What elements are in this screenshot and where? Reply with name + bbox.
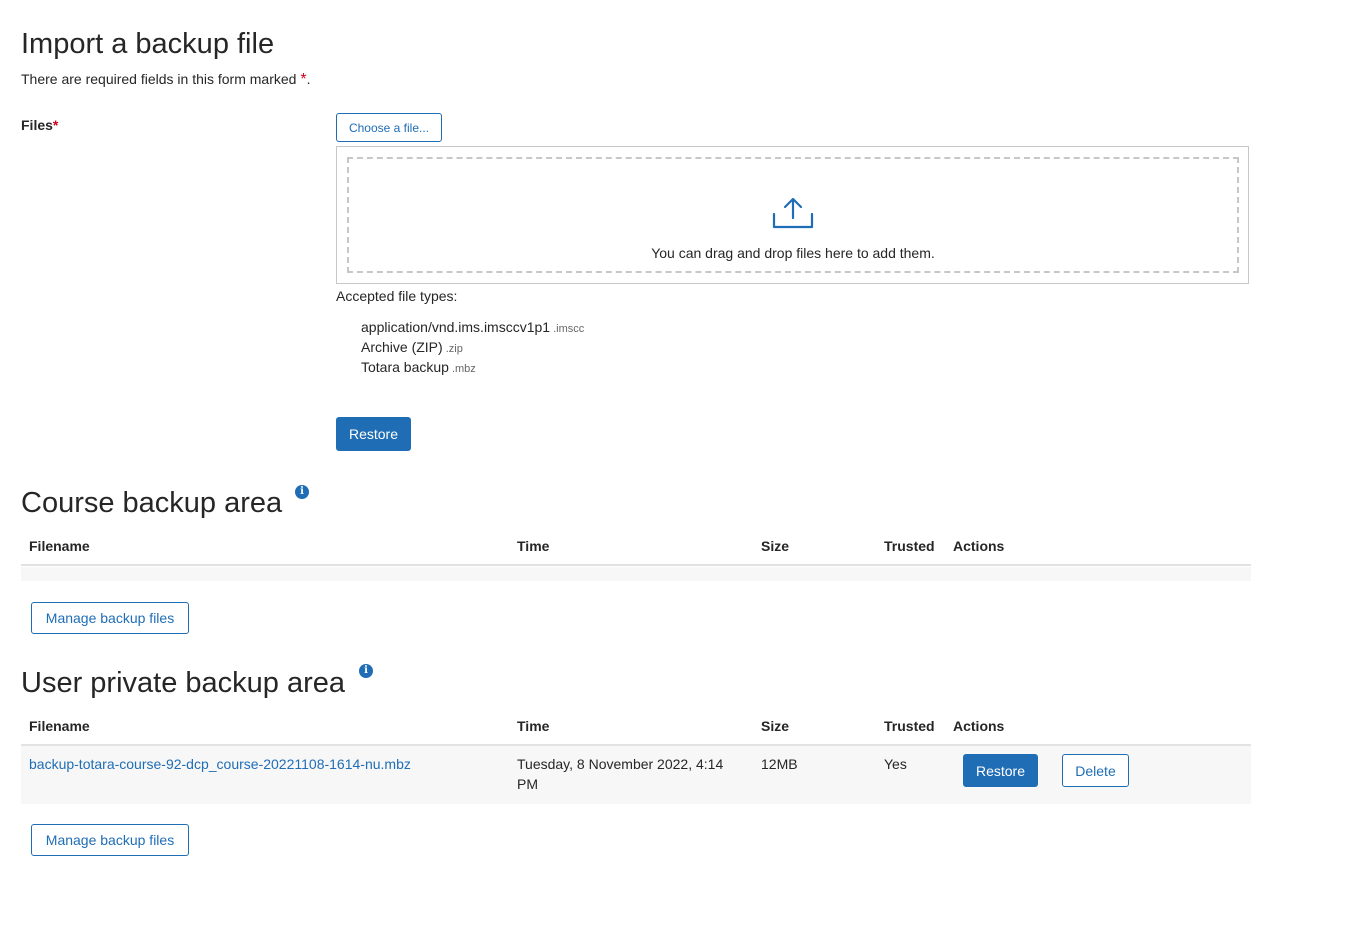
backup-size: 12MB <box>761 756 798 772</box>
file-type-name: application/vnd.ims.imsccv1p1 <box>361 319 551 335</box>
course-table-empty-row <box>21 567 1251 581</box>
course-col-actions: Actions <box>953 538 1005 554</box>
file-type-ext: .zip <box>445 343 463 355</box>
file-type-ext: .imscc <box>553 323 585 335</box>
backup-trusted: Yes <box>884 756 907 772</box>
upload-icon <box>772 197 814 229</box>
course-area-info-icon[interactable]: i <box>295 485 309 499</box>
user-col-actions: Actions <box>953 718 1005 734</box>
backup-time-line1: Tuesday, 8 November 2022, 4:14 <box>517 756 724 772</box>
row-delete-button[interactable]: Delete <box>1062 754 1129 787</box>
file-type-item: Archive (ZIP) .zip <box>361 339 463 355</box>
choose-file-button[interactable]: Choose a file... <box>336 113 442 142</box>
required-note-text: There are required fields in this form m… <box>21 71 297 87</box>
files-field-label: Files* <box>21 117 58 133</box>
backup-time-line2: PM <box>517 776 538 792</box>
drop-instructions: You can drag and drop files here to add … <box>651 245 935 261</box>
file-type-name: Archive (ZIP) <box>361 339 443 355</box>
course-col-filename: Filename <box>29 538 90 554</box>
backup-filename-link[interactable]: backup-totara-course-92-dcp_course-20221… <box>29 754 411 774</box>
course-backup-area-title: Course backup area <box>21 487 283 519</box>
row-restore-button[interactable]: Restore <box>963 754 1038 787</box>
page-title: Import a backup file <box>21 28 275 60</box>
file-type-ext: .mbz <box>451 363 476 375</box>
restore-upload-button[interactable]: Restore <box>336 417 411 451</box>
course-col-trusted: Trusted <box>884 538 935 554</box>
user-backup-area-title: User private backup area <box>21 667 345 699</box>
course-col-time: Time <box>517 538 550 554</box>
user-manage-backup-button[interactable]: Manage backup files <box>31 824 189 856</box>
user-col-filename: Filename <box>29 718 90 734</box>
user-area-info-icon[interactable]: i <box>359 664 373 678</box>
required-fields-note: There are required fields in this form m… <box>21 70 310 89</box>
course-manage-backup-button[interactable]: Manage backup files <box>31 602 189 634</box>
user-col-size: Size <box>761 718 790 734</box>
user-col-trusted: Trusted <box>884 718 935 734</box>
file-type-item: Totara backup .mbz <box>361 359 476 375</box>
accepted-types-label: Accepted file types: <box>336 288 458 304</box>
file-type-item: application/vnd.ims.imsccv1p1 .imscc <box>361 319 584 335</box>
course-col-size: Size <box>761 538 790 554</box>
course-table-divider <box>21 564 1251 566</box>
backup-time: Tuesday, 8 November 2022, 4:14 PM <box>517 754 723 794</box>
user-col-time: Time <box>517 718 550 734</box>
files-label-text: Files <box>21 117 53 133</box>
files-required-star: * <box>52 117 59 133</box>
required-period: . <box>306 71 311 87</box>
file-type-name: Totara backup <box>361 359 449 375</box>
